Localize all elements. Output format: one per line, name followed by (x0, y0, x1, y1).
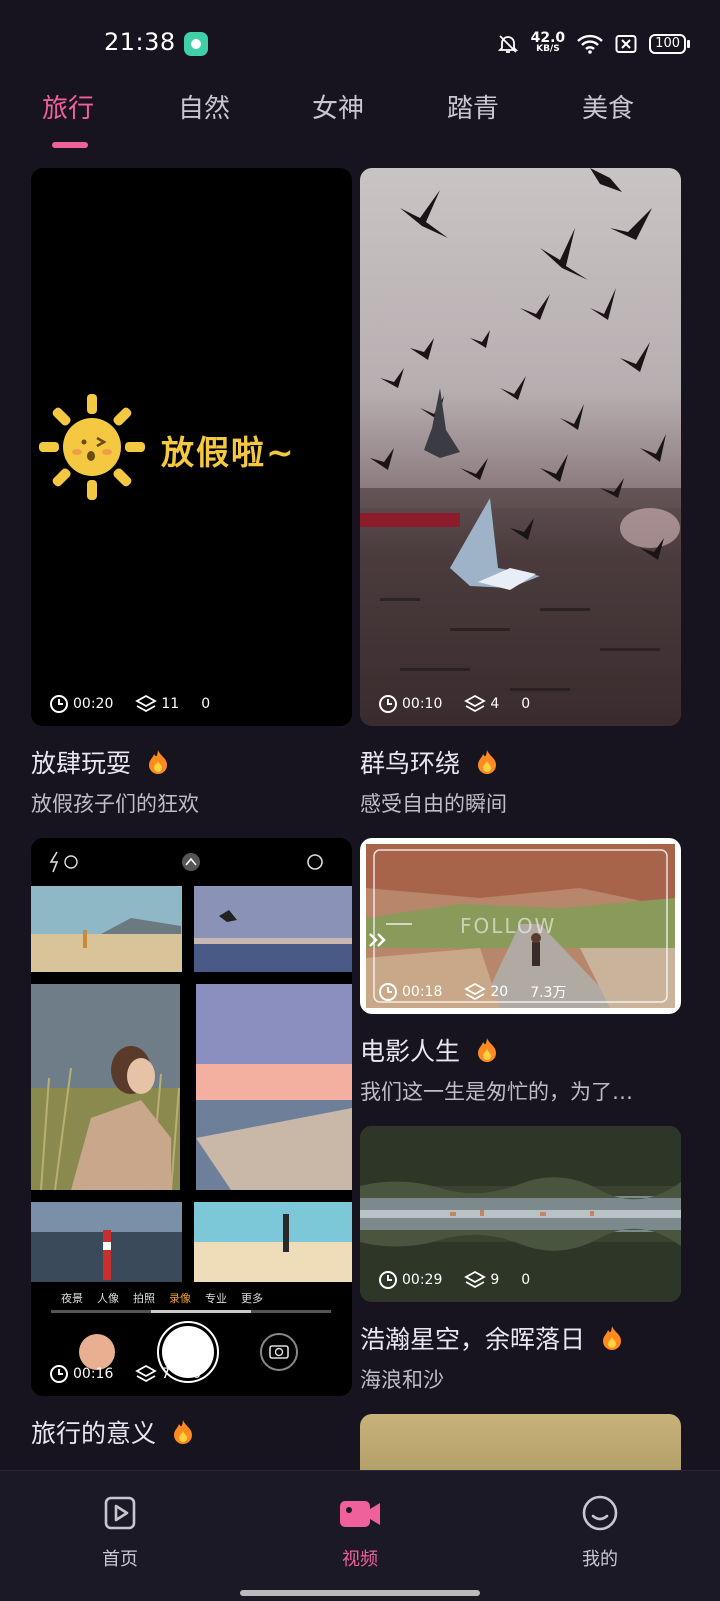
layers-icon (135, 1364, 158, 1383)
layer-count: 20 (490, 984, 509, 1000)
layer-count: 4 (490, 696, 500, 712)
nav-home[interactable]: 首页 (60, 1493, 180, 1571)
clock-icon (50, 1365, 68, 1383)
follow-overlay-text: FOLLOW (460, 914, 557, 938)
video-thumbnail[interactable]: 00:10 4 0 (360, 168, 681, 726)
card-subtitle: 我们这一生是匆忙的，为了… (360, 1080, 633, 1104)
video-thumbnail[interactable]: 放假啦~ 00:20 11 0 (31, 168, 352, 726)
camera-mode[interactable]: 专业 (205, 1290, 227, 1306)
duration: 00:18 (402, 984, 443, 1000)
video-card[interactable] (360, 1414, 681, 1470)
camera-mode[interactable]: 人像 (97, 1290, 119, 1306)
fire-icon (478, 1038, 497, 1062)
sun-emoji-icon (39, 394, 145, 500)
active-tab-indicator (52, 142, 88, 148)
play-square-icon (104, 1496, 136, 1530)
video-camera-icon (340, 1501, 380, 1527)
video-meta: 00:10 4 0 (378, 694, 530, 714)
card-subtitle: 海浪和沙 (360, 1368, 444, 1392)
duration: 00:20 (73, 696, 114, 712)
wifi-icon (577, 34, 604, 54)
camera-mode-bar: 夜景 人像 拍照 录像 专业 更多 (61, 1290, 263, 1306)
network-speed-value: 42.0 (530, 30, 566, 46)
layer-count: 7 (161, 1366, 171, 1382)
battery-level: 100 (649, 34, 686, 54)
video-card[interactable]: 夜景 人像 拍照 录像 专业 更多 00:16 7 0 旅行的意义 (31, 838, 352, 1450)
holiday-overlay-text: 放假啦~ (161, 433, 296, 472)
bottom-navigation: 首页 视频 我的 (0, 1470, 720, 1601)
duration: 00:29 (402, 1272, 443, 1288)
video-thumbnail[interactable]: 夜景 人像 拍照 录像 专业 更多 00:16 7 0 (31, 838, 352, 1396)
home-indicator[interactable] (240, 1590, 480, 1596)
card-subtitle: 放假孩子们的狂欢 (31, 792, 199, 816)
card-subtitle: 感受自由的瞬间 (360, 792, 507, 816)
video-meta: 00:18 20 7.3万 (378, 982, 566, 1002)
video-meta: 00:16 7 0 (49, 1364, 201, 1384)
camera-mode-active[interactable]: 录像 (169, 1290, 191, 1306)
video-card[interactable]: FOLLOW 00:18 20 7.3万 电影人生 我们这一生是匆忙的，为了… (360, 838, 681, 1106)
use-count: 7.3万 (530, 985, 567, 1001)
video-card[interactable]: 00:10 4 0 群鸟环绕 感受自由的瞬间 (360, 168, 681, 818)
video-card[interactable]: 放假啦~ 00:20 11 0 放肆玩耍 放假孩子们的狂欢 (31, 168, 352, 818)
birds-scene-image (360, 168, 681, 726)
card-title: 放肆玩耍 (31, 749, 132, 778)
battery-icon: 100 (649, 34, 690, 54)
smiley-icon (582, 1495, 618, 1531)
nav-profile-label: 我的 (582, 1549, 618, 1570)
camera-mode[interactable]: 夜景 (61, 1290, 83, 1306)
card-title: 旅行的意义 (31, 1419, 157, 1448)
tab-travel[interactable]: 旅行 (42, 88, 94, 125)
tab-food[interactable]: 美食 (582, 88, 634, 125)
status-bar: 21:38 42.0 KB/S 100 (0, 0, 720, 88)
use-count: 0 (192, 1366, 202, 1382)
app-notification-icon (184, 32, 208, 56)
fire-icon (603, 1326, 622, 1350)
clock: 21:38 (104, 28, 176, 56)
camera-mode[interactable]: 更多 (241, 1290, 263, 1306)
use-count: 0 (201, 696, 211, 712)
status-icons: 42.0 KB/S 100 (497, 26, 690, 62)
nav-video[interactable]: 视频 (300, 1493, 420, 1571)
video-meta: 00:29 9 0 (378, 1270, 530, 1290)
layers-icon (464, 694, 487, 713)
nav-profile[interactable]: 我的 (540, 1493, 660, 1571)
tab-goddess[interactable]: 女神 (312, 88, 364, 125)
clock-icon (50, 695, 68, 713)
fire-icon (174, 1420, 193, 1444)
duration: 00:10 (402, 696, 443, 712)
card-title: 浩瀚星空，余晖落日 (360, 1325, 586, 1354)
sim-off-icon (615, 35, 637, 53)
camera-mode[interactable]: 拍照 (133, 1290, 155, 1306)
duration: 00:16 (73, 1366, 114, 1382)
network-speed-unit: KB/S (536, 44, 560, 54)
video-feed[interactable]: 放假啦~ 00:20 11 0 放肆玩耍 放假孩子们的狂欢 00:10 4 0 … (0, 168, 720, 1470)
nav-home-label: 首页 (102, 1549, 138, 1570)
fire-icon (149, 750, 168, 774)
video-thumbnail[interactable]: 00:29 9 0 (360, 1126, 681, 1302)
clock-icon (379, 983, 397, 1001)
fire-icon (478, 750, 497, 774)
category-tabs: 旅行 自然 女神 踏青 美食 (0, 84, 720, 154)
camera-collage-image (31, 851, 352, 1383)
use-count: 0 (521, 696, 531, 712)
video-card[interactable]: 00:29 9 0 浩瀚星空，余晖落日 海浪和沙 (360, 1126, 681, 1394)
nav-video-label: 视频 (342, 1549, 378, 1570)
layers-icon (135, 694, 158, 713)
layer-count: 9 (490, 1272, 500, 1288)
clock-icon (379, 1271, 397, 1289)
tab-nature[interactable]: 自然 (178, 88, 230, 125)
video-meta: 00:20 11 0 (49, 694, 210, 714)
layers-icon (464, 982, 487, 1001)
network-speed: 42.0 KB/S (530, 30, 566, 55)
video-thumbnail[interactable] (360, 1414, 681, 1470)
video-thumbnail[interactable]: FOLLOW 00:18 20 7.3万 (360, 838, 681, 1014)
layers-icon (464, 1270, 487, 1289)
card-title: 电影人生 (360, 1037, 461, 1066)
use-count: 0 (521, 1272, 531, 1288)
clock-icon (379, 695, 397, 713)
layer-count: 11 (161, 696, 180, 712)
card-title: 群鸟环绕 (360, 749, 461, 778)
tab-outing[interactable]: 踏青 (447, 88, 499, 125)
mute-bell-icon (497, 35, 518, 53)
